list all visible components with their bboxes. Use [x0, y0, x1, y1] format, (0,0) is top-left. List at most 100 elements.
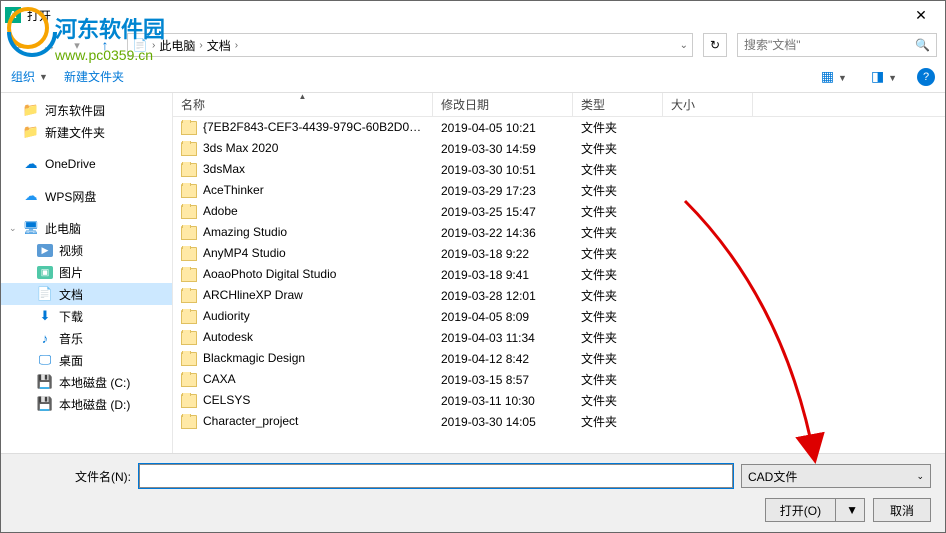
file-date: 2019-04-12 8:42 [433, 352, 573, 366]
desktop-icon: 🖵 [37, 352, 53, 368]
app-icon: A [5, 7, 21, 23]
sidebar-item[interactable]: 📁新建文件夹 [1, 121, 172, 143]
chevron-down-icon: ⌄ [916, 471, 924, 482]
breadcrumb-item[interactable]: 此电脑 [159, 37, 195, 54]
chevron-down-icon[interactable]: ⌄ [9, 223, 17, 234]
search-icon[interactable]: 🔍 [915, 38, 930, 52]
nav-up-button[interactable]: ↑ [93, 33, 117, 57]
navbar: ← → ▾ ↑ 📄 › 此电脑 › 文档 › ⌄ ↻ 🔍 [1, 29, 945, 61]
sidebar-item-label: 河东软件园 [45, 102, 105, 119]
sidebar-item-label: 此电脑 [45, 220, 81, 237]
chevron-right-icon: › [152, 40, 155, 51]
file-type: 文件夹 [573, 140, 663, 157]
file-type: 文件夹 [573, 119, 663, 136]
sidebar-item[interactable]: 📁河东软件园 [1, 99, 172, 121]
file-row[interactable]: AoaoPhoto Digital Studio2019-03-18 9:41文… [173, 264, 945, 285]
chevron-down-icon[interactable]: ⌄ [680, 40, 688, 51]
file-name: CELSYS [173, 393, 433, 408]
column-type[interactable]: 类型 [573, 93, 663, 116]
nav-recent-button[interactable]: ▾ [65, 33, 89, 57]
file-row[interactable]: Blackmagic Design2019-04-12 8:42文件夹 [173, 348, 945, 369]
file-row[interactable]: Audiority2019-04-05 8:09文件夹 [173, 306, 945, 327]
sidebar-item[interactable]: 💾本地磁盘 (C:) [1, 371, 172, 393]
sidebar-item[interactable]: 💾本地磁盘 (D:) [1, 393, 172, 415]
folder-icon [181, 289, 197, 303]
file-date: 2019-03-30 14:59 [433, 142, 573, 156]
column-date[interactable]: 修改日期 [433, 93, 573, 116]
folder-icon [181, 226, 197, 240]
sidebar-item-label: 图片 [59, 264, 83, 281]
file-row[interactable]: 3ds Max 20202019-03-30 14:59文件夹 [173, 138, 945, 159]
toolbar: 组织 ▼ 新建文件夹 ▦ ▼ ◨ ▼ ? [1, 61, 945, 93]
file-row[interactable]: Amazing Studio2019-03-22 14:36文件夹 [173, 222, 945, 243]
file-name: Blackmagic Design [173, 351, 433, 366]
folder-icon [181, 163, 197, 177]
chevron-down-icon: ▼ [39, 72, 48, 82]
column-size[interactable]: 大小 [663, 93, 753, 116]
file-name: ARCHlineXP Draw [173, 288, 433, 303]
chevron-down-icon[interactable]: ▼ [840, 503, 864, 517]
file-row[interactable]: Autodesk2019-04-03 11:34文件夹 [173, 327, 945, 348]
cancel-button[interactable]: 取消 [873, 498, 931, 522]
filetype-combo[interactable]: CAD文件 ⌄ [741, 464, 931, 488]
file-row[interactable]: 3dsMax2019-03-30 10:51文件夹 [173, 159, 945, 180]
file-row[interactable]: AceThinker2019-03-29 17:23文件夹 [173, 180, 945, 201]
file-date: 2019-03-29 17:23 [433, 184, 573, 198]
file-type: 文件夹 [573, 329, 663, 346]
refresh-button[interactable]: ↻ [703, 33, 727, 57]
file-type: 文件夹 [573, 245, 663, 262]
organize-button[interactable]: 组织 ▼ [11, 68, 48, 85]
file-type: 文件夹 [573, 203, 663, 220]
sidebar-item[interactable]: ⌄🖥此电脑 [1, 217, 172, 239]
file-date: 2019-04-05 8:09 [433, 310, 573, 324]
file-type: 文件夹 [573, 308, 663, 325]
file-row[interactable]: AnyMP4 Studio2019-03-18 9:22文件夹 [173, 243, 945, 264]
newfolder-button[interactable]: 新建文件夹 [64, 68, 124, 85]
sidebar-item[interactable]: ⬇下载 [1, 305, 172, 327]
sidebar-item[interactable]: ☁OneDrive [1, 153, 172, 175]
file-row[interactable]: Character_project2019-03-30 14:05文件夹 [173, 411, 945, 432]
titlebar: A 打开 ✕ [1, 1, 945, 29]
file-row[interactable]: Adobe2019-03-25 15:47文件夹 [173, 201, 945, 222]
file-date: 2019-03-22 14:36 [433, 226, 573, 240]
file-row[interactable]: CELSYS2019-03-11 10:30文件夹 [173, 390, 945, 411]
file-date: 2019-04-05 10:21 [433, 121, 573, 135]
file-type: 文件夹 [573, 182, 663, 199]
sidebar-item[interactable]: ▶视频 [1, 239, 172, 261]
folder-icon [181, 184, 197, 198]
folder-icon [181, 310, 197, 324]
open-button[interactable]: 打开(O) ▼ [765, 498, 865, 522]
file-name: CAXA [173, 372, 433, 387]
file-date: 2019-03-28 12:01 [433, 289, 573, 303]
sidebar-item-label: WPS网盘 [45, 188, 96, 205]
file-date: 2019-03-18 9:22 [433, 247, 573, 261]
sidebar-item-label: 音乐 [59, 330, 83, 347]
file-row[interactable]: ARCHlineXP Draw2019-03-28 12:01文件夹 [173, 285, 945, 306]
file-row[interactable]: CAXA2019-03-15 8:57文件夹 [173, 369, 945, 390]
disk-icon: 💾 [37, 396, 53, 412]
file-list[interactable]: ▲ 名称 修改日期 类型 大小 {7EB2F843-CEF3-4439-979C… [173, 93, 945, 453]
file-row[interactable]: {7EB2F843-CEF3-4439-979C-60B2D03...2019-… [173, 117, 945, 138]
view-options-button[interactable]: ▦ ▼ [817, 68, 851, 85]
folder-icon [181, 394, 197, 408]
sidebar-item[interactable]: ♪音乐 [1, 327, 172, 349]
help-button[interactable]: ? [917, 68, 935, 86]
sidebar-item[interactable]: ☁WPS网盘 [1, 185, 172, 207]
folder-icon [181, 247, 197, 261]
search-input[interactable] [744, 38, 915, 52]
column-name[interactable]: ▲ 名称 [173, 93, 433, 116]
folder-icon [181, 121, 197, 135]
folder-icon [181, 415, 197, 429]
breadcrumb-item[interactable]: 文档 [207, 37, 231, 54]
sidebar-item[interactable]: ▣图片 [1, 261, 172, 283]
search-box[interactable]: 🔍 [737, 33, 937, 57]
chevron-right-icon: › [199, 40, 202, 51]
preview-pane-button[interactable]: ◨ ▼ [867, 68, 901, 85]
sidebar-item-label: 下载 [59, 308, 83, 325]
file-date: 2019-03-25 15:47 [433, 205, 573, 219]
breadcrumb[interactable]: 📄 › 此电脑 › 文档 › ⌄ [127, 33, 693, 57]
sidebar-item[interactable]: 🖵桌面 [1, 349, 172, 371]
filename-input[interactable] [139, 464, 733, 488]
close-button[interactable]: ✕ [901, 1, 941, 29]
sidebar-item[interactable]: 📄文档 [1, 283, 172, 305]
